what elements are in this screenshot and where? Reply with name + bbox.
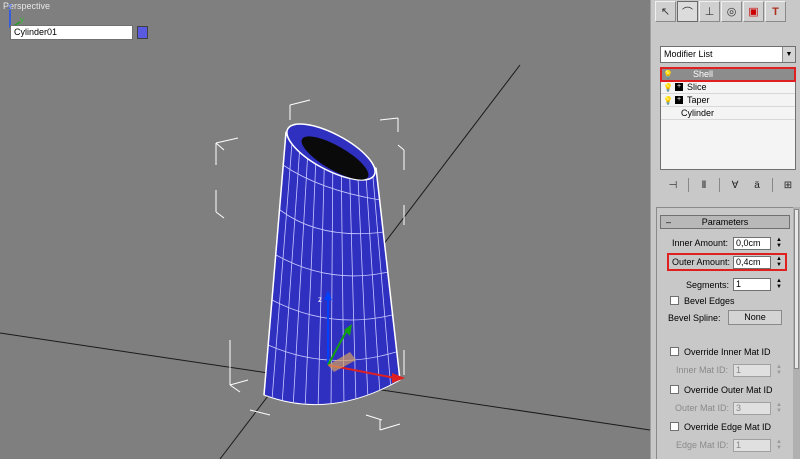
perspective-viewport[interactable]: z Perspective z x y [0, 0, 650, 459]
override-edge-checkbox[interactable] [670, 422, 679, 431]
bevel-spline-label: Bevel Spline: [668, 313, 721, 323]
toolbar-separator [719, 178, 720, 192]
chevron-down-icon: ▼ [782, 47, 795, 62]
svg-text:z: z [318, 295, 322, 304]
modifier-list-dropdown[interactable]: Modifier List ▼ [660, 46, 796, 63]
stack-item-slice[interactable]: 💡 + Slice [661, 81, 795, 94]
edge-mat-id-field[interactable]: 1 [733, 439, 771, 452]
outer-mat-id-spinner[interactable]: ▲ ▼ [775, 402, 783, 415]
outer-mat-id-field[interactable]: 3 [733, 402, 771, 415]
hierarchy-tab[interactable]: ⊥ [699, 1, 720, 22]
segments-label: Segments: [686, 280, 730, 290]
inner-amount-field[interactable]: 0,0cm [733, 237, 771, 250]
edge-mat-id-label: Edge Mat ID: [676, 440, 729, 450]
modifier-list-label: Modifier List [664, 49, 713, 59]
bevel-edges-label: Bevel Edges [684, 296, 735, 306]
configure-sets-icon[interactable]: ⊞ [781, 180, 795, 191]
stack-item-label: Slice [687, 81, 707, 92]
parameters-rollout-header[interactable]: – Parameters [660, 215, 790, 229]
axis-label-z: z [8, 2, 12, 11]
modify-tab[interactable]: ⌒ [677, 1, 698, 22]
outer-amount-field[interactable]: 0,4cm [733, 256, 771, 269]
stack-item-label: Shell [693, 68, 714, 79]
toolbar-separator [688, 178, 689, 192]
collapse-icon: – [666, 217, 672, 227]
utilities-tab[interactable]: T [765, 1, 786, 22]
inner-mat-id-field[interactable]: 1 [733, 364, 771, 377]
modifier-stack: 💡 Shell 💡 + Slice 💡 + Taper Cylinder [660, 67, 796, 170]
outer-amount-spinner[interactable]: ▲ ▼ [775, 256, 783, 269]
display-tab[interactable]: ▣ [743, 1, 764, 22]
show-end-result-icon[interactable]: Ⅱ [697, 180, 711, 191]
override-outer-checkbox[interactable] [670, 385, 679, 394]
inner-mat-id-spinner[interactable]: ▲ ▼ [775, 364, 783, 377]
viewport-scene: z [0, 64, 650, 459]
inner-mat-id-label: Inner Mat ID: [676, 365, 729, 375]
override-inner-label: Override Inner Mat ID [684, 347, 771, 357]
command-panel-tabs: ↖ ⌒ ⊥ ◎ ▣ T [655, 1, 786, 23]
stack-item-label: Cylinder [681, 107, 715, 118]
stack-item-shell[interactable]: 💡 Shell [660, 67, 796, 82]
stack-item-taper[interactable]: 💡 + Taper [661, 94, 795, 107]
inner-amount-spinner[interactable]: ▲ ▼ [775, 237, 783, 250]
inner-amount-label: Inner Amount: [672, 238, 729, 248]
hammer-icon: T [772, 5, 779, 18]
axis-label-y: y [20, 15, 24, 24]
hierarchy-icon: ⊥ [704, 6, 715, 18]
lightbulb-icon[interactable]: 💡 [663, 94, 673, 107]
object-color-swatch[interactable] [137, 26, 148, 39]
make-unique-icon[interactable]: ∀ [728, 180, 742, 191]
bend-icon: ⌒ [682, 6, 693, 19]
outer-amount-label: Outer Amount: [672, 257, 731, 267]
remove-modifier-icon[interactable]: ä [750, 180, 764, 191]
pin-stack-icon[interactable]: ⊣ [666, 180, 680, 191]
rollout-title: Parameters [701, 217, 749, 227]
panel-scrollbar[interactable] [793, 207, 800, 459]
edge-mat-id-spinner[interactable]: ▲ ▼ [775, 439, 783, 452]
override-outer-label: Override Outer Mat ID [684, 385, 773, 395]
motion-tab[interactable]: ◎ [721, 1, 742, 22]
outer-mat-id-label: Outer Mat ID: [675, 403, 730, 413]
bevel-edges-checkbox[interactable] [670, 296, 679, 305]
toolbar-separator [772, 178, 773, 192]
expand-icon[interactable]: + [675, 96, 683, 104]
object-name-field[interactable]: Cylinder01 [10, 25, 133, 40]
cursor-icon: ↖ [660, 6, 671, 18]
stack-item-label: Taper [687, 94, 710, 105]
display-icon: ▣ [748, 6, 759, 18]
create-tab[interactable]: ↖ [655, 1, 676, 22]
lightbulb-icon[interactable]: 💡 [663, 68, 673, 81]
bevel-spline-button[interactable]: None [728, 310, 782, 325]
override-edge-label: Override Edge Mat ID [684, 422, 772, 432]
scrollbar-thumb[interactable] [794, 209, 799, 369]
stack-item-cylinder[interactable]: Cylinder [661, 107, 795, 120]
override-inner-checkbox[interactable] [670, 347, 679, 356]
segments-field[interactable]: 1 [733, 278, 771, 291]
segments-spinner[interactable]: ▲ ▼ [775, 278, 783, 291]
stack-toolbar: ⊣ Ⅱ ∀ ä ⊞ [660, 176, 796, 194]
expand-icon[interactable]: + [675, 83, 683, 91]
lightbulb-icon[interactable]: 💡 [663, 81, 673, 94]
motion-icon: ◎ [726, 6, 737, 18]
